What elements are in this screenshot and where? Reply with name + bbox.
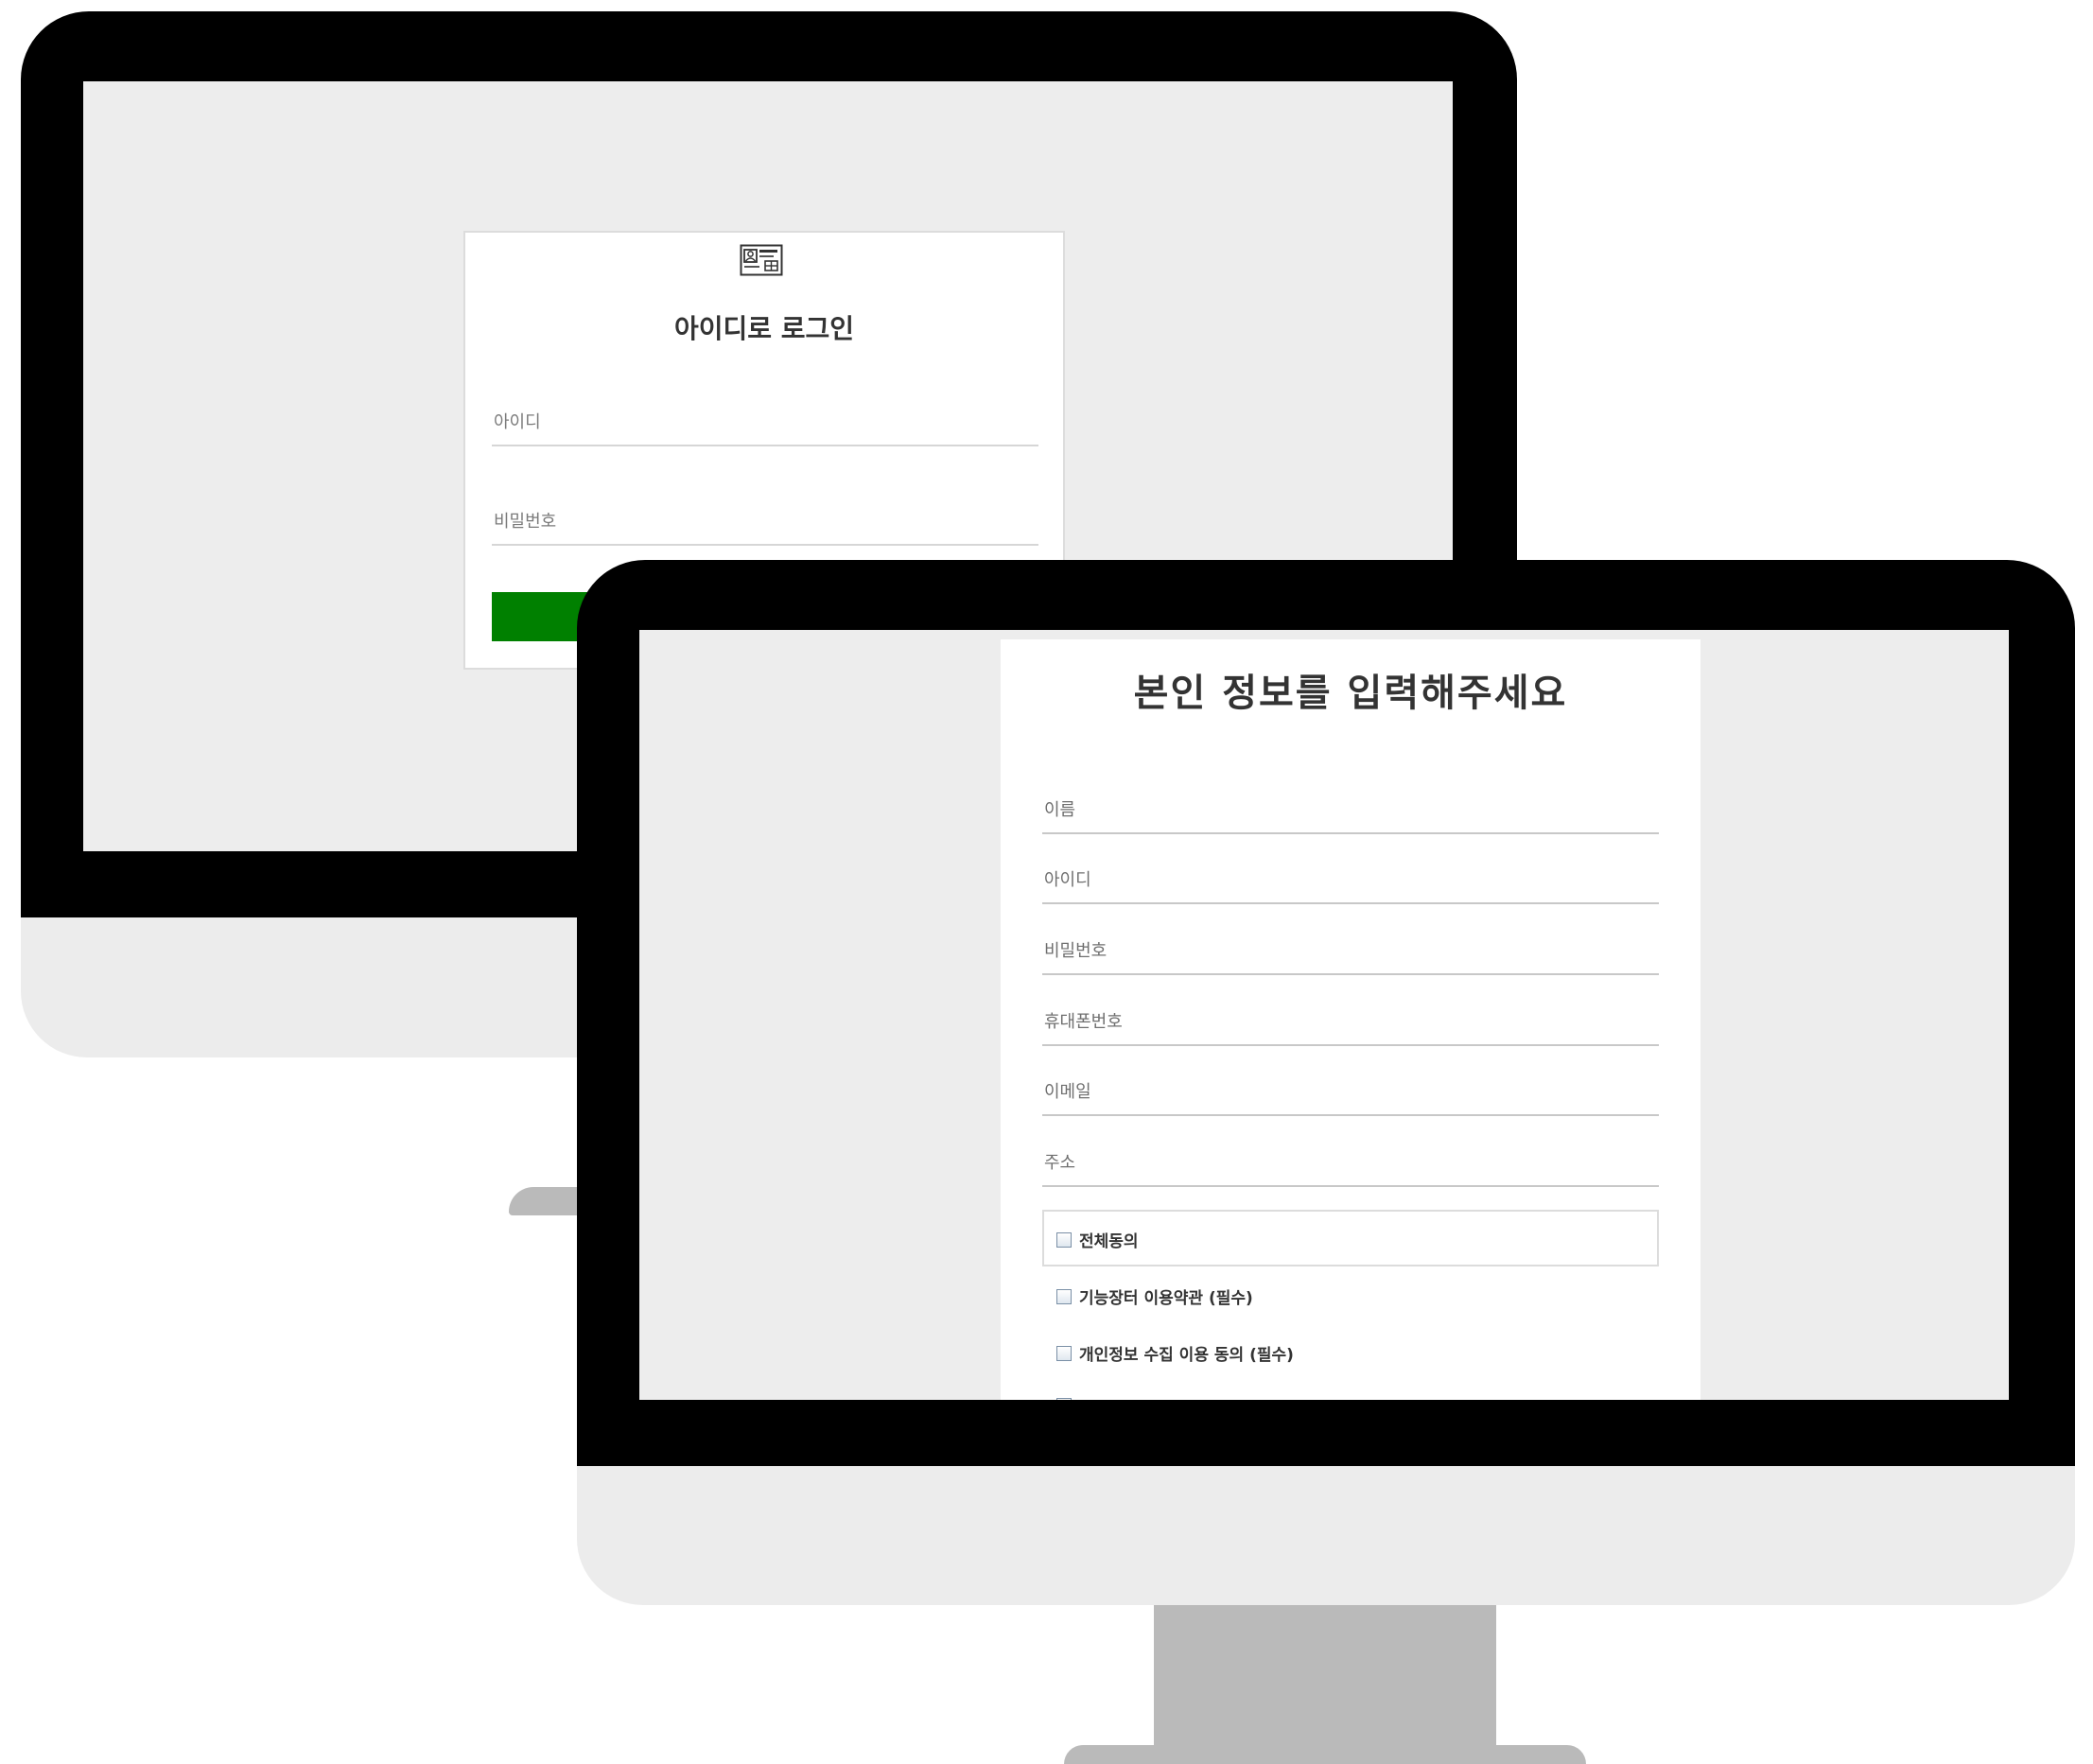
agree-terms-checkbox[interactable]: [1056, 1288, 1072, 1304]
phone-placeholder: 휴대폰번호: [1044, 1012, 1123, 1032]
name-input[interactable]: 이름: [1042, 791, 1659, 834]
front-monitor-chin: [577, 1461, 2075, 1605]
signup-screen: 본인 정보를 입력해주세요 이름 아이디 비밀번호 휴대폰번호 이메일 주소 전…: [639, 630, 2009, 1400]
agree-all-label: 전체동의: [1079, 1232, 1139, 1251]
login-id-placeholder: 아이디: [494, 412, 541, 432]
agree-privacy-checkbox[interactable]: [1056, 1345, 1072, 1361]
email-placeholder: 이메일: [1044, 1082, 1091, 1102]
password-placeholder: 비밀번호: [1044, 941, 1108, 961]
email-input[interactable]: 이메일: [1042, 1073, 1659, 1116]
signup-title: 본인 정보를 입력해주세요: [1133, 672, 1568, 715]
id-placeholder: 아이디: [1044, 870, 1091, 890]
phone-input[interactable]: 휴대폰번호: [1042, 1003, 1659, 1046]
agree-terms-label: 기능장터 이용약관 (필수): [1079, 1289, 1253, 1308]
agree-next-checkbox[interactable]: [1056, 1398, 1072, 1400]
password-input[interactable]: 비밀번호: [1042, 932, 1659, 975]
address-placeholder: 주소: [1044, 1153, 1076, 1173]
id-card-icon: [740, 244, 783, 276]
login-password-input[interactable]: 비밀번호: [492, 506, 1038, 546]
front-monitor-stand-base: [1064, 1745, 1586, 1764]
agree-all-checkbox[interactable]: [1056, 1231, 1072, 1248]
agree-next-row[interactable]: [1056, 1398, 1072, 1400]
login-id-input[interactable]: 아이디: [492, 407, 1038, 446]
address-input[interactable]: 주소: [1042, 1144, 1659, 1187]
front-monitor-stand: [1154, 1598, 1496, 1760]
signup-card: 본인 정보를 입력해주세요 이름 아이디 비밀번호 휴대폰번호 이메일 주소 전…: [1001, 639, 1701, 1400]
agree-all-row[interactable]: 전체동의: [1056, 1228, 1139, 1251]
name-placeholder: 이름: [1044, 800, 1076, 820]
login-password-placeholder: 비밀번호: [494, 512, 557, 532]
id-input[interactable]: 아이디: [1042, 861, 1659, 904]
agree-terms-row[interactable]: 기능장터 이용약관 (필수): [1056, 1284, 1253, 1308]
agree-privacy-label: 개인정보 수집 이용 동의 (필수): [1079, 1346, 1294, 1365]
login-title: 아이디로 로그인: [673, 313, 855, 344]
agree-privacy-row[interactable]: 개인정보 수집 이용 동의 (필수): [1056, 1341, 1294, 1365]
